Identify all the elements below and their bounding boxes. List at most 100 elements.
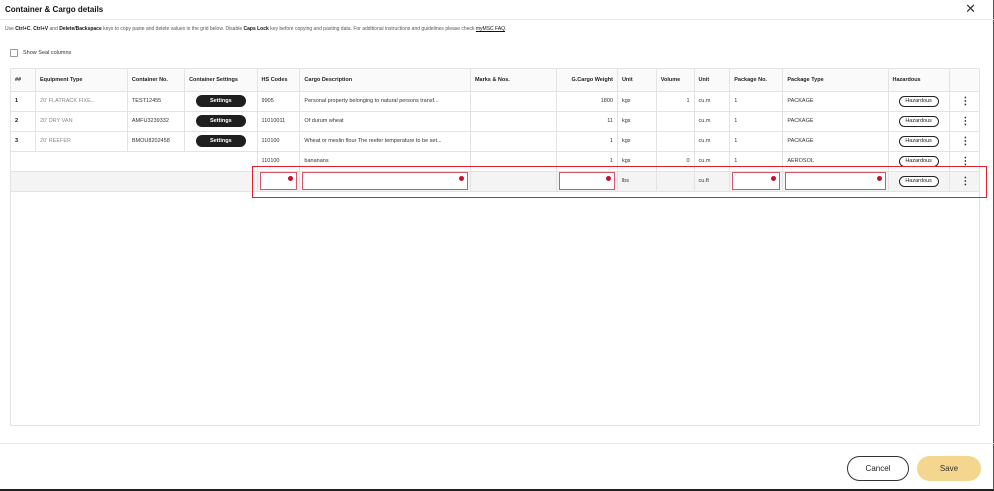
more-options-icon[interactable]: ⋮ xyxy=(960,176,970,187)
volume-cell[interactable] xyxy=(655,111,695,132)
volume-cell[interactable]: 1 xyxy=(655,91,695,112)
volume-unit-cell[interactable]: cu.m xyxy=(693,111,730,132)
col-header-num: ## xyxy=(11,69,36,92)
col-header-marks-nos[interactable]: Marks & Nos. xyxy=(469,69,557,92)
package-type-input[interactable] xyxy=(785,172,886,190)
faq-link[interactable]: myMSC FAQ xyxy=(476,26,505,32)
hazardous-button[interactable]: Hazardous xyxy=(898,95,939,107)
weight-unit-cell[interactable]: lbs xyxy=(616,171,657,192)
equipment-type-cell[interactable]: 20' REEFER xyxy=(35,131,128,152)
cancel-button[interactable]: Cancel xyxy=(847,456,909,481)
cargo-weight-input[interactable] xyxy=(558,172,615,190)
equipment-type-cell[interactable]: 20' FLATRACK FIXE... xyxy=(35,91,128,112)
hazardous-button[interactable]: Hazardous xyxy=(898,115,939,127)
row-number: 2 xyxy=(11,111,36,132)
hs-code-input[interactable] xyxy=(259,172,298,190)
weight-unit-cell[interactable]: kgs xyxy=(616,131,657,152)
marks-nos-cell[interactable] xyxy=(469,91,557,112)
close-icon[interactable]: ✕ xyxy=(965,2,976,16)
modal-header: Container & Cargo details ✕ xyxy=(0,0,994,20)
table-row: 1 20' FLATRACK FIXE... TEST12455 Setting… xyxy=(11,91,979,112)
col-header-actions xyxy=(948,69,979,92)
container-no-cell[interactable]: AMFU3239332 xyxy=(126,111,185,132)
error-icon xyxy=(458,176,464,181)
container-no-cell[interactable]: BMOU8202458 xyxy=(126,131,185,152)
cargo-weight-cell[interactable]: 1800 xyxy=(555,91,618,112)
equipment-type-cell xyxy=(35,151,128,172)
cargo-description-cell[interactable]: Wheat or meslin flour The reefer tempera… xyxy=(299,131,471,152)
hazardous-button[interactable]: Hazardous xyxy=(898,155,939,167)
cargo-weight-cell[interactable]: 1 xyxy=(555,131,618,152)
col-header-weight-unit[interactable]: Unit xyxy=(616,69,657,92)
package-type-cell[interactable]: PACKAGE xyxy=(782,111,888,132)
weight-unit-cell[interactable]: kgs xyxy=(616,91,657,112)
more-options-icon[interactable]: ⋮ xyxy=(960,156,970,167)
package-type-cell[interactable]: PACKAGE xyxy=(782,91,888,112)
col-header-hs-codes[interactable]: HS Codes xyxy=(256,69,300,92)
package-no-cell[interactable]: 1 xyxy=(729,91,783,112)
col-header-hazardous[interactable]: Hazardous xyxy=(887,69,950,92)
marks-nos-cell[interactable] xyxy=(469,111,557,132)
hs-code-cell[interactable]: 9905 xyxy=(256,91,300,112)
col-header-container-no[interactable]: Container No. xyxy=(126,69,185,92)
volume-unit-cell[interactable]: cu.m xyxy=(693,91,730,112)
col-header-cargo-description[interactable]: Cargo Description xyxy=(299,69,471,92)
col-header-equipment-type[interactable]: Equipment Type xyxy=(35,69,128,92)
volume-cell[interactable] xyxy=(655,171,695,192)
weight-unit-cell[interactable]: kgs xyxy=(616,151,657,172)
col-header-container-settings[interactable]: Container Settings xyxy=(184,69,258,92)
package-type-cell[interactable]: PACKAGE xyxy=(782,131,888,152)
col-header-volume[interactable]: Volume xyxy=(655,69,695,92)
seal-checkbox[interactable] xyxy=(10,49,18,57)
cargo-description-cell[interactable]: bananans xyxy=(299,151,471,172)
new-cargo-row: lbs cu.ft Hazardous ⋮ xyxy=(11,171,979,192)
package-type-cell[interactable]: AEROSOL xyxy=(782,151,888,172)
col-header-package-no[interactable]: Package No. xyxy=(729,69,783,92)
volume-unit-cell[interactable]: cu.m xyxy=(693,131,730,152)
cargo-description-cell[interactable]: Of durum wheat xyxy=(299,111,471,132)
settings-cell xyxy=(184,151,258,172)
cargo-description-cell[interactable]: Personal property belonging to natural p… xyxy=(299,91,471,112)
package-no-cell[interactable]: 1 xyxy=(729,151,783,172)
cargo-grid: ## Equipment Type Container No. Containe… xyxy=(10,68,980,426)
row-number xyxy=(11,151,36,172)
row-number: 1 xyxy=(11,91,36,112)
equipment-type-cell[interactable]: 20' DRY VAN xyxy=(35,111,128,132)
hs-code-cell[interactable]: 110100 xyxy=(256,151,300,172)
volume-cell[interactable] xyxy=(655,131,695,152)
package-no-cell[interactable]: 1 xyxy=(729,111,783,132)
more-options-icon[interactable]: ⋮ xyxy=(960,96,970,107)
volume-unit-cell[interactable]: cu.m xyxy=(693,151,730,172)
hazardous-button[interactable]: Hazardous xyxy=(898,135,939,147)
volume-cell[interactable]: 0 xyxy=(655,151,695,172)
container-no-cell[interactable]: TEST12455 xyxy=(126,91,185,112)
more-options-icon[interactable]: ⋮ xyxy=(960,116,970,127)
marks-nos-cell[interactable] xyxy=(469,151,557,172)
settings-button[interactable]: Settings xyxy=(195,95,246,107)
error-icon xyxy=(876,176,882,181)
cargo-weight-cell[interactable]: 11 xyxy=(555,111,618,132)
hs-code-cell[interactable]: 11010011 xyxy=(256,111,300,132)
hs-code-cell[interactable]: 110100 xyxy=(256,131,300,152)
settings-button[interactable]: Settings xyxy=(195,115,246,127)
hazardous-button[interactable]: Hazardous xyxy=(898,175,939,187)
more-options-icon[interactable]: ⋮ xyxy=(960,136,970,147)
col-header-cargo-weight[interactable]: G.Cargo Weight xyxy=(555,69,618,92)
error-icon xyxy=(605,176,611,181)
show-seal-columns-toggle[interactable]: Show Seal columns xyxy=(10,49,71,57)
volume-unit-cell[interactable]: cu.ft xyxy=(693,171,730,192)
marks-nos-cell[interactable] xyxy=(469,171,557,192)
package-no-input[interactable] xyxy=(732,172,781,190)
cargo-weight-cell[interactable]: 1 xyxy=(555,151,618,172)
marks-nos-cell[interactable] xyxy=(469,131,557,152)
table-row: 110100 bananans 1 kgs 0 cu.m 1 AEROSOL H… xyxy=(11,151,979,172)
weight-unit-cell[interactable]: kgs xyxy=(616,111,657,132)
footer-divider xyxy=(0,443,994,444)
col-header-volume-unit[interactable]: Unit xyxy=(693,69,730,92)
grid-header-row: ## Equipment Type Container No. Containe… xyxy=(11,69,979,92)
package-no-cell[interactable]: 1 xyxy=(729,131,783,152)
cargo-description-input[interactable] xyxy=(302,172,468,190)
col-header-package-type[interactable]: Package Type xyxy=(782,69,888,92)
save-button[interactable]: Save xyxy=(917,456,981,481)
settings-button[interactable]: Settings xyxy=(195,135,246,147)
